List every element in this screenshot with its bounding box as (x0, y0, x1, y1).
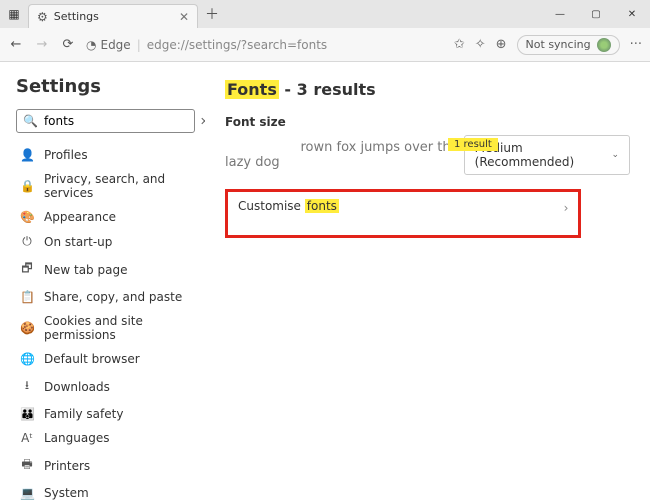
chevron-right-icon: › (564, 201, 569, 215)
font-sample-text: The quick brown fox jumps over the lazy … (225, 140, 464, 170)
sidebar-item-default-browser[interactable]: 🌐 Default browser (16, 347, 195, 371)
profile-sync-button[interactable]: Not syncing (517, 35, 620, 55)
title-bar: ▦ ⚙ Settings ✕ ＋ — ▢ ✕ (0, 0, 650, 28)
sidebar-item-icon: 🗗 (20, 259, 34, 280)
window-app-icon: ▦ (0, 0, 28, 28)
gear-icon: ⚙ (37, 10, 48, 24)
font-size-label: Font size (225, 115, 630, 129)
customise-fonts-label: Customise fonts (238, 199, 339, 213)
sidebar-item-on-start-up[interactable]: ⏻ On start-up (16, 229, 195, 254)
sidebar-item-label: Privacy, search, and services (44, 172, 191, 200)
sidebar-item-appearance[interactable]: 🎨 Appearance (16, 205, 195, 229)
sidebar-item-printers[interactable]: 🖶 Printers (16, 450, 195, 481)
sidebar-item-icon: 👪 (20, 407, 34, 421)
sidebar-item-label: New tab page (44, 263, 127, 277)
page-title: Settings (16, 76, 195, 97)
sidebar-item-share-copy-and-paste[interactable]: 📋 Share, copy, and paste (16, 285, 195, 309)
sidebar-item-cookies-and-site-permissions[interactable]: 🍪 Cookies and site permissions (16, 309, 195, 347)
results-heading: Fonts - 3 results (225, 80, 630, 99)
sidebar-item-icon: 🎨 (20, 210, 34, 224)
sidebar-item-label: System (44, 486, 89, 500)
chevron-down-icon: ⌄ (611, 150, 619, 160)
sidebar-item-system[interactable]: 💻 System (16, 481, 195, 500)
browser-toolbar: ← → ⟳ ◔ Edge | edge://settings/?search=f… (0, 28, 650, 62)
settings-results-pane: Fonts - 3 results Font size The quick br… (205, 62, 650, 500)
url-text: edge://settings/?search=fonts (147, 38, 327, 52)
tab-title: Settings (54, 10, 99, 23)
sidebar-item-label: Family safety (44, 407, 123, 421)
sidebar-item-family-safety[interactable]: 👪 Family safety (16, 402, 195, 426)
customise-fonts-row[interactable]: Customise fonts › (225, 189, 581, 238)
sidebar-item-icon: ⏻ (20, 234, 34, 249)
sidebar-item-profiles[interactable]: 👤 Profiles (16, 143, 195, 167)
sidebar-item-icon: 🔒 (20, 179, 34, 193)
tab-close-icon[interactable]: ✕ (179, 10, 189, 24)
result-count-badge: 1 result (448, 138, 498, 151)
sidebar-item-icon: 🍪 (20, 321, 34, 335)
sidebar-item-label: Cookies and site permissions (44, 314, 191, 342)
window-minimize-button[interactable]: — (542, 0, 578, 28)
sidebar-item-label: On start-up (44, 235, 112, 249)
sidebar-item-icon: 👤 (20, 148, 34, 162)
settings-sidebar: Settings 🔍 ✕ 👤 Profiles 🔒 Privacy, search, … (0, 62, 205, 500)
sidebar-item-label: Share, copy, and paste (44, 290, 182, 304)
sidebar-item-icon: 📋 (20, 290, 34, 304)
new-tab-button[interactable]: ＋ (198, 0, 226, 28)
address-bar[interactable]: ◔ Edge | edge://settings/?search=fonts (86, 38, 444, 52)
back-button[interactable]: ← (8, 37, 24, 52)
search-input[interactable] (44, 114, 194, 128)
window-maximize-button[interactable]: ▢ (578, 0, 614, 28)
sidebar-item-privacy-search-and-services[interactable]: 🔒 Privacy, search, and services (16, 167, 195, 205)
sidebar-item-label: Default browser (44, 352, 140, 366)
avatar-icon (597, 38, 611, 52)
forward-button: → (34, 37, 50, 52)
collections-icon[interactable]: ⊕ (496, 37, 507, 52)
sidebar-item-icon: 🌐 (20, 352, 34, 366)
sidebar-item-label: Printers (44, 459, 90, 473)
sidebar-item-label: Downloads (44, 380, 110, 394)
sidebar-item-icon: Aᵗ (20, 431, 34, 445)
browser-tab-settings[interactable]: ⚙ Settings ✕ (28, 4, 198, 28)
sidebar-item-label: Languages (44, 431, 109, 445)
refresh-button[interactable]: ⟳ (60, 37, 76, 52)
window-close-button[interactable]: ✕ (614, 0, 650, 28)
sidebar-item-new-tab-page[interactable]: 🗗 New tab page (16, 254, 195, 285)
sidebar-item-icon: ⭳ (20, 376, 34, 397)
search-icon: 🔍 (23, 114, 38, 128)
edge-protocol-chip: ◔ Edge (86, 38, 131, 52)
sidebar-item-icon: 🖶 (20, 455, 34, 476)
sidebar-item-label: Appearance (44, 210, 116, 224)
sidebar-item-icon: 💻 (20, 486, 34, 500)
edge-logo-icon: ◔ (86, 38, 96, 52)
reading-list-icon[interactable]: ✩ (454, 37, 465, 52)
favorites-icon[interactable]: ✧ (475, 37, 486, 52)
more-menu-button[interactable]: ··· (630, 37, 642, 52)
sidebar-item-label: Profiles (44, 148, 88, 162)
sidebar-item-languages[interactable]: Aᵗ Languages (16, 426, 195, 450)
sidebar-item-downloads[interactable]: ⭳ Downloads (16, 371, 195, 402)
settings-search-box[interactable]: 🔍 ✕ (16, 109, 195, 133)
